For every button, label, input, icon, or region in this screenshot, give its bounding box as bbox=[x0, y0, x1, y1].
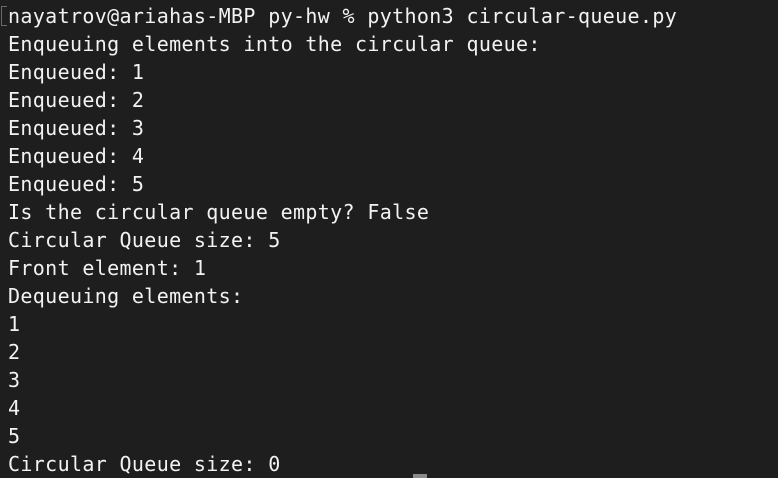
output-line: Circular Queue size: 5 bbox=[8, 228, 281, 252]
output-line: 2 bbox=[8, 340, 21, 364]
output-line: 4 bbox=[8, 396, 21, 420]
output-line: Dequeuing elements: bbox=[8, 284, 244, 308]
output-line: Enqueued: 1 bbox=[8, 60, 145, 84]
output-line: Is the circular queue empty? False bbox=[8, 200, 430, 224]
terminal-output: nayatrov@ariahas-MBP py-hw % python3 cir… bbox=[8, 2, 677, 478]
terminal-window[interactable]: nayatrov@ariahas-MBP py-hw % python3 cir… bbox=[0, 0, 778, 478]
output-line: 5 bbox=[8, 424, 21, 448]
output-line: Enqueued: 2 bbox=[8, 88, 145, 112]
output-line: 3 bbox=[8, 368, 21, 392]
command-mark-icon bbox=[1, 6, 7, 26]
output-line: Enqueuing elements into the circular que… bbox=[8, 32, 541, 56]
output-line: Circular Queue size: 0 bbox=[8, 452, 281, 476]
prompt-command-line: nayatrov@ariahas-MBP py-hw % python3 cir… bbox=[8, 4, 678, 28]
output-line: Enqueued: 4 bbox=[8, 144, 145, 168]
output-line: 1 bbox=[8, 312, 21, 336]
output-line: Enqueued: 3 bbox=[8, 116, 145, 140]
text-cursor bbox=[413, 474, 427, 478]
output-line: Front element: 1 bbox=[8, 256, 207, 280]
output-line: Enqueued: 5 bbox=[8, 172, 145, 196]
